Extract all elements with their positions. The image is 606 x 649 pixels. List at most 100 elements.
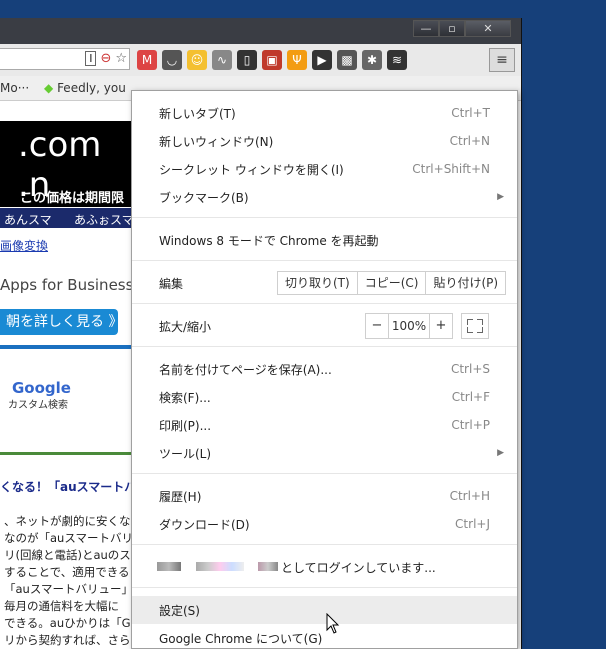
- redacted-account-name: [157, 562, 181, 571]
- image-convert-link[interactable]: 画像変換: [0, 237, 48, 254]
- menu-shortcut: Ctrl+F: [451, 390, 490, 404]
- zoom-in-button[interactable]: +: [430, 314, 452, 338]
- bookmark-star-icon[interactable]: ☆: [115, 51, 127, 66]
- menu-label: Windows 8 モードで Chrome を再起動: [159, 233, 379, 248]
- menu-item-history[interactable]: 履歴(H) Ctrl+H: [132, 482, 517, 510]
- nav-item[interactable]: あんスマ: [4, 211, 52, 228]
- feedly-icon: ◆: [44, 81, 54, 95]
- promo-text: この価格は期間限: [20, 191, 125, 206]
- menu-separator: [132, 544, 517, 545]
- divider: [0, 345, 140, 349]
- layers-icon[interactable]: ≋: [387, 50, 407, 70]
- submenu-arrow-icon: ▶: [497, 448, 504, 458]
- detail-button[interactable]: 朝を詳しく見る 》: [0, 309, 122, 335]
- article-line: リから契約すれば、さらに: [4, 633, 142, 647]
- zoom-out-button[interactable]: −: [366, 314, 389, 338]
- menu-label: 設定(S): [159, 603, 200, 618]
- maximize-button[interactable]: ▫: [439, 20, 465, 37]
- box-icon[interactable]: ▣: [262, 50, 282, 70]
- redacted-account-name: [196, 562, 244, 571]
- dark-icon[interactable]: ▶: [312, 50, 332, 70]
- zoom-level: 100%: [389, 314, 430, 338]
- menu-item-save-page[interactable]: 名前を付けてページを保存(A)... Ctrl+S: [132, 355, 517, 383]
- menu-separator: [132, 473, 517, 474]
- menu-label: としてログインしています...: [281, 560, 436, 575]
- menu-label: 新しいウィンドウ(N): [159, 134, 274, 149]
- menu-shortcut: Ctrl+J: [455, 517, 490, 531]
- menu-item-bookmarks[interactable]: ブックマーク(B) ▶: [132, 183, 517, 211]
- menu-label: 履歴(H): [159, 489, 202, 504]
- text-cursor-icon[interactable]: I: [85, 51, 97, 66]
- site-banner[interactable]: .com .n この価格は期間限: [0, 121, 140, 207]
- menu-item-new-tab[interactable]: 新しいタブ(T) Ctrl+T: [132, 99, 517, 127]
- menu-item-find[interactable]: 検索(F)... Ctrl+F: [132, 383, 517, 411]
- pulse-icon[interactable]: ∿: [212, 50, 232, 70]
- article-line: なのが「auスマートバリュ: [4, 531, 145, 545]
- redacted-account-name: [258, 562, 278, 571]
- menu-shortcut: Ctrl+P: [451, 418, 490, 432]
- fork-icon[interactable]: Ψ: [287, 50, 307, 70]
- menu-item-zoom: 拡大/縮小: [132, 312, 517, 340]
- menu-separator: [132, 346, 517, 347]
- browser-toolbar: I ⊖ ☆ M ◡ ☺ ∿ ▯ ▣ Ψ ▶ ▩ ✱ ≋ ≡: [0, 44, 521, 77]
- bug-icon[interactable]: ✱: [362, 50, 382, 70]
- paste-button[interactable]: 貼り付け(P): [426, 272, 505, 294]
- menu-item-settings[interactable]: 設定(S): [132, 596, 517, 624]
- phone-icon[interactable]: ▯: [237, 50, 257, 70]
- menu-separator: [132, 217, 517, 218]
- bookmark-label: Feedly, you: [57, 81, 126, 95]
- menu-label: 印刷(P)...: [159, 418, 212, 433]
- bookmark-item[interactable]: Mo···: [0, 81, 29, 95]
- article-line: リ(回線と電話)とauのス: [4, 548, 131, 562]
- article-line: 「auスマートバリュー」を: [4, 582, 145, 596]
- nav-item[interactable]: あふぉスマ: [74, 211, 134, 228]
- menu-item-new-window[interactable]: 新しいウィンドウ(N) Ctrl+N: [132, 127, 517, 155]
- fullscreen-icon[interactable]: [461, 313, 489, 339]
- menu-separator: [132, 303, 517, 304]
- address-bar[interactable]: I ⊖ ☆: [0, 48, 130, 70]
- close-button[interactable]: ✕: [465, 20, 511, 37]
- pocket-icon[interactable]: ◡: [162, 50, 182, 70]
- menu-item-incognito[interactable]: シークレット ウィンドウを開く(I) Ctrl+Shift+N: [132, 155, 517, 183]
- menu-label: ブックマーク(B): [159, 190, 249, 205]
- gmail-icon[interactable]: M: [137, 50, 157, 70]
- menu-label: 編集: [159, 276, 184, 291]
- divider: [0, 452, 140, 455]
- chrome-menu-button[interactable]: ≡: [489, 48, 515, 72]
- menu-shortcut: Ctrl+Shift+N: [412, 162, 490, 176]
- smiley-icon[interactable]: ☺: [187, 50, 207, 70]
- menu-label: 名前を付けてページを保存(A)...: [159, 362, 332, 377]
- menu-label: 検索(F)...: [159, 390, 211, 405]
- article-line: できる。auひかりは「GM: [4, 616, 141, 630]
- menu-shortcut: Ctrl+H: [449, 489, 490, 503]
- menu-label: ツール(L): [159, 446, 212, 461]
- puzzle-icon[interactable]: ▩: [337, 50, 357, 70]
- cut-button[interactable]: 切り取り(T): [278, 272, 358, 294]
- menu-item-relaunch-win8[interactable]: Windows 8 モードで Chrome を再起動: [132, 226, 517, 254]
- article-headline[interactable]: くなる！「auスマートバ: [0, 478, 136, 495]
- copy-button[interactable]: コピー(C): [358, 272, 427, 294]
- site-nav: あんスマ あふぉスマ: [0, 208, 140, 228]
- menu-item-tools[interactable]: ツール(L) ▶: [132, 439, 517, 467]
- menu-shortcut: Ctrl+S: [450, 362, 490, 376]
- google-logo: Google: [12, 379, 71, 397]
- custom-search-label: カスタム検索: [8, 400, 68, 411]
- edit-button-group: 切り取り(T) コピー(C) 貼り付け(P): [277, 271, 507, 295]
- bookmark-item-feedly[interactable]: ◆ Feedly, you: [44, 81, 126, 95]
- extension-icons: M ◡ ☺ ∿ ▯ ▣ Ψ ▶ ▩ ✱ ≋: [137, 50, 407, 70]
- minimize-button[interactable]: —: [413, 20, 439, 37]
- menu-separator: [132, 260, 517, 261]
- menu-item-downloads[interactable]: ダウンロード(D) Ctrl+J: [132, 510, 517, 538]
- menu-item-signin[interactable]: としてログインしています...: [132, 553, 517, 581]
- menu-label: シークレット ウィンドウを開く(I): [159, 162, 344, 177]
- blocked-icon[interactable]: ⊖: [100, 51, 111, 66]
- menu-label: ダウンロード(D): [159, 517, 250, 532]
- chrome-main-menu: 新しいタブ(T) Ctrl+T 新しいウィンドウ(N) Ctrl+N シークレッ…: [131, 90, 518, 649]
- menu-item-about[interactable]: Google Chrome について(G): [132, 624, 517, 648]
- menu-label: 新しいタブ(T): [159, 106, 236, 121]
- menu-item-print[interactable]: 印刷(P)... Ctrl+P: [132, 411, 517, 439]
- menu-shortcut: Ctrl+N: [449, 134, 490, 148]
- menu-label: 拡大/縮小: [159, 319, 212, 334]
- menu-shortcut: Ctrl+T: [451, 106, 490, 120]
- article-line: 毎月の通信料を大幅に: [4, 599, 119, 613]
